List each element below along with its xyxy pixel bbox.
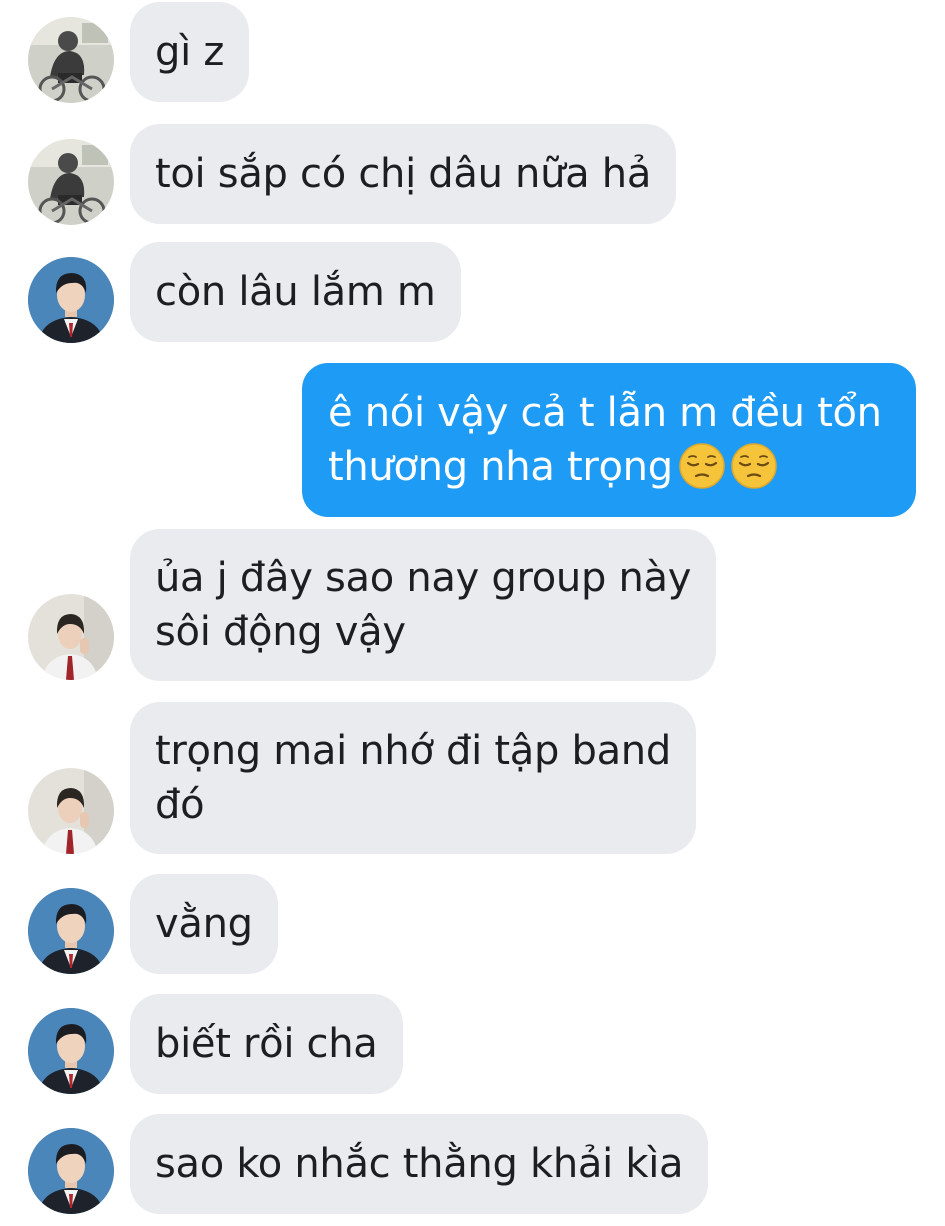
message-bubble[interactable]: trọng mai nhớ đi tập band đó <box>130 702 696 854</box>
message-text-line: ê nói vậy cả t lẫn m đều tổn <box>328 390 882 436</box>
trong-avatar[interactable] <box>28 888 114 974</box>
message-text: toi sắp có chị dâu nữa hả <box>155 151 652 197</box>
message-bubble[interactable]: còn lâu lắm m <box>130 242 461 342</box>
message-text-line: đó <box>155 782 205 828</box>
message-text-line: trọng mai nhớ đi tập band <box>155 728 671 774</box>
message-bubble[interactable]: sao ko nhắc thằng khải kìa <box>130 1114 709 1214</box>
message-text-line: sôi động vậy <box>155 609 406 655</box>
biker-avatar[interactable] <box>28 17 114 103</box>
message-text: gì z <box>155 29 225 75</box>
message-text-line: ủa j đây sao nay group này <box>155 555 692 601</box>
message-bubble[interactable]: biết rồi cha <box>130 994 403 1094</box>
message-bubble[interactable]: gì z <box>130 2 250 102</box>
message-text-line-with-emoji: thương nha trọng <box>328 440 890 494</box>
message-text-line: thương nha trọng <box>328 444 673 490</box>
biker-avatar[interactable] <box>28 139 114 225</box>
outgoing-message-bubble[interactable]: ê nói vậy cả t lẫn m đều tổn thương nha … <box>302 363 916 517</box>
message-text: biết rồi cha <box>155 1021 378 1067</box>
message-text: vằng <box>155 901 253 947</box>
student-avatar[interactable] <box>28 594 114 680</box>
trong-avatar[interactable] <box>28 1008 114 1094</box>
trong-avatar[interactable] <box>28 257 114 343</box>
pensive-face-emoji-icon <box>678 443 725 489</box>
pensive-face-emoji-icon <box>730 443 777 489</box>
message-bubble[interactable]: toi sắp có chị dâu nữa hả <box>130 124 677 224</box>
message-text: còn lâu lắm m <box>155 269 436 315</box>
student-avatar[interactable] <box>28 768 114 854</box>
message-bubble[interactable]: vằng <box>130 874 278 974</box>
message-bubble[interactable]: ủa j đây sao nay group này sôi động vậy <box>130 529 717 681</box>
message-text: sao ko nhắc thằng khải kìa <box>155 1141 684 1187</box>
trong-avatar[interactable] <box>28 1128 114 1214</box>
